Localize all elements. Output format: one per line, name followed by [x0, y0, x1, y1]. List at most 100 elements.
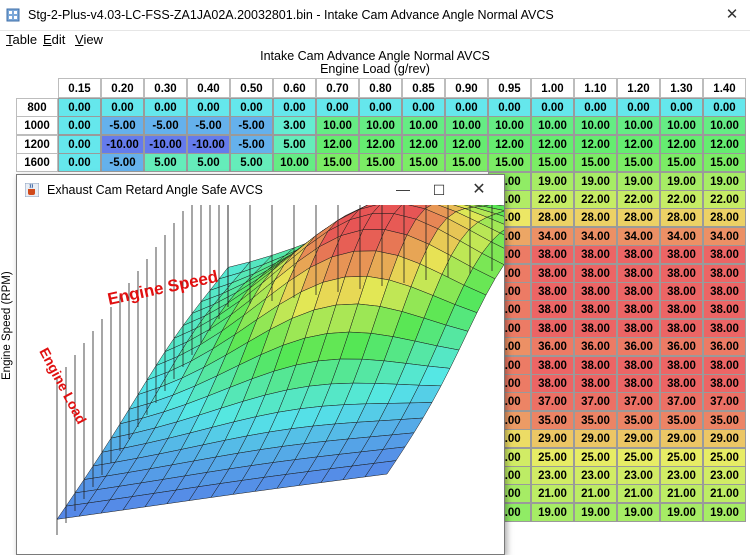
table-cell[interactable]: 5.00 — [273, 134, 316, 154]
table-cell[interactable]: 23.00 — [531, 466, 574, 485]
popup-title-bar[interactable]: Exhaust Cam Retard Angle Safe AVCS — ☐ ✕ — [17, 175, 504, 205]
table-cell[interactable]: 28.00 — [617, 208, 660, 228]
table-cell[interactable]: 12.00 — [445, 134, 488, 154]
table-cell[interactable]: 38.00 — [617, 300, 660, 320]
table-cell[interactable]: 10.00 — [359, 116, 402, 136]
table-cell[interactable]: 22.00 — [574, 190, 617, 209]
column-header[interactable]: 1.40 — [703, 78, 746, 98]
table-cell[interactable]: 25.00 — [660, 447, 703, 467]
table-cell[interactable]: 21.00 — [703, 484, 746, 504]
column-header[interactable]: 0.85 — [402, 78, 445, 98]
table-cell[interactable]: -5.00 — [101, 153, 144, 173]
table-cell[interactable]: 36.00 — [703, 337, 746, 357]
table-cell[interactable]: 38.00 — [574, 263, 617, 283]
table-cell[interactable]: 38.00 — [531, 263, 574, 283]
table-cell[interactable]: 5.00 — [187, 153, 230, 173]
table-cell[interactable]: 19.00 — [703, 171, 746, 191]
table-cell[interactable]: 0.00 — [402, 98, 445, 117]
table-cell[interactable]: 15.00 — [359, 153, 402, 173]
table-cell[interactable]: 29.00 — [617, 429, 660, 449]
table-cell[interactable]: 15.00 — [316, 153, 359, 173]
table-cell[interactable]: 25.00 — [703, 447, 746, 467]
table-cell[interactable]: 22.00 — [531, 190, 574, 209]
column-header[interactable]: 1.30 — [660, 78, 703, 98]
table-cell[interactable]: 0.00 — [58, 98, 101, 117]
table-cell[interactable]: 19.00 — [660, 502, 703, 522]
table-cell[interactable]: 36.00 — [574, 337, 617, 357]
table-cell[interactable]: 29.00 — [660, 429, 703, 449]
table-cell[interactable]: 22.00 — [617, 190, 660, 209]
table-cell[interactable]: 34.00 — [660, 226, 703, 246]
exhaust-cam-3d-window[interactable]: Exhaust Cam Retard Angle Safe AVCS — ☐ ✕… — [16, 174, 505, 555]
table-cell[interactable]: -10.00 — [144, 134, 187, 154]
row-header[interactable]: 1200 — [16, 134, 58, 154]
table-cell[interactable]: 0.00 — [660, 98, 703, 117]
table-cell[interactable]: 15.00 — [660, 153, 703, 173]
table-cell[interactable]: 12.00 — [660, 134, 703, 154]
table-cell[interactable]: -5.00 — [230, 134, 273, 154]
table-cell[interactable]: 21.00 — [617, 484, 660, 504]
menu-table[interactable]: Table — [6, 32, 37, 47]
table-cell[interactable]: 10.00 — [316, 116, 359, 136]
table-cell[interactable]: 19.00 — [574, 171, 617, 191]
table-cell[interactable]: 35.00 — [531, 410, 574, 430]
table-cell[interactable]: 15.00 — [703, 153, 746, 173]
table-cell[interactable]: 28.00 — [531, 208, 574, 228]
table-cell[interactable]: 10.00 — [660, 116, 703, 136]
table-cell[interactable]: 38.00 — [660, 263, 703, 283]
table-cell[interactable]: 0.00 — [617, 98, 660, 117]
table-cell[interactable]: 10.00 — [273, 153, 316, 173]
column-header[interactable]: 0.20 — [101, 78, 144, 98]
table-cell[interactable]: 15.00 — [488, 153, 531, 173]
row-header[interactable]: 1600 — [16, 153, 58, 173]
table-cell[interactable]: 0.00 — [58, 153, 101, 173]
column-header[interactable]: 0.15 — [58, 78, 101, 98]
table-cell[interactable]: 38.00 — [531, 355, 574, 375]
window-close-button[interactable]: ✕ — [720, 5, 744, 25]
maximize-button[interactable]: ☐ — [427, 178, 451, 202]
table-cell[interactable]: 34.00 — [574, 226, 617, 246]
table-cell[interactable]: 38.00 — [660, 355, 703, 375]
table-cell[interactable]: 37.00 — [574, 392, 617, 412]
table-cell[interactable]: 12.00 — [617, 134, 660, 154]
table-cell[interactable]: 19.00 — [531, 171, 574, 191]
table-cell[interactable]: 0.00 — [445, 98, 488, 117]
table-cell[interactable]: 0.00 — [144, 98, 187, 117]
table-cell[interactable]: 37.00 — [703, 392, 746, 412]
table-cell[interactable]: 10.00 — [445, 116, 488, 136]
table-cell[interactable]: 15.00 — [617, 153, 660, 173]
table-cell[interactable]: 38.00 — [617, 282, 660, 301]
table-cell[interactable]: 0.00 — [58, 134, 101, 154]
table-cell[interactable]: 0.00 — [574, 98, 617, 117]
table-cell[interactable]: 0.00 — [488, 98, 531, 117]
column-header[interactable]: 1.20 — [617, 78, 660, 98]
table-cell[interactable]: 23.00 — [703, 466, 746, 485]
table-cell[interactable]: 38.00 — [531, 245, 574, 265]
table-cell[interactable]: 38.00 — [660, 282, 703, 301]
table-cell[interactable]: 12.00 — [402, 134, 445, 154]
table-cell[interactable]: 23.00 — [660, 466, 703, 485]
table-cell[interactable]: 38.00 — [617, 245, 660, 265]
table-cell[interactable]: 0.00 — [230, 98, 273, 117]
table-cell[interactable]: 10.00 — [531, 116, 574, 136]
table-cell[interactable]: 38.00 — [703, 318, 746, 338]
minimize-button[interactable]: — — [391, 178, 415, 202]
table-cell[interactable]: 29.00 — [531, 429, 574, 449]
table-cell[interactable]: 0.00 — [58, 116, 101, 136]
table-cell[interactable]: 38.00 — [660, 318, 703, 338]
table-cell[interactable]: 28.00 — [703, 208, 746, 228]
table-cell[interactable]: 28.00 — [660, 208, 703, 228]
table-cell[interactable]: 12.00 — [488, 134, 531, 154]
column-header[interactable]: 1.00 — [531, 78, 574, 98]
table-cell[interactable]: 5.00 — [230, 153, 273, 173]
table-cell[interactable]: 22.00 — [660, 190, 703, 209]
table-cell[interactable]: 38.00 — [703, 374, 746, 393]
table-cell[interactable]: 19.00 — [531, 502, 574, 522]
column-header[interactable]: 0.90 — [445, 78, 488, 98]
menu-view[interactable]: View — [75, 32, 103, 47]
table-cell[interactable]: 38.00 — [574, 300, 617, 320]
column-header[interactable]: 0.60 — [273, 78, 316, 98]
table-cell[interactable]: 38.00 — [574, 245, 617, 265]
table-cell[interactable]: 36.00 — [617, 337, 660, 357]
column-header[interactable]: 0.50 — [230, 78, 273, 98]
